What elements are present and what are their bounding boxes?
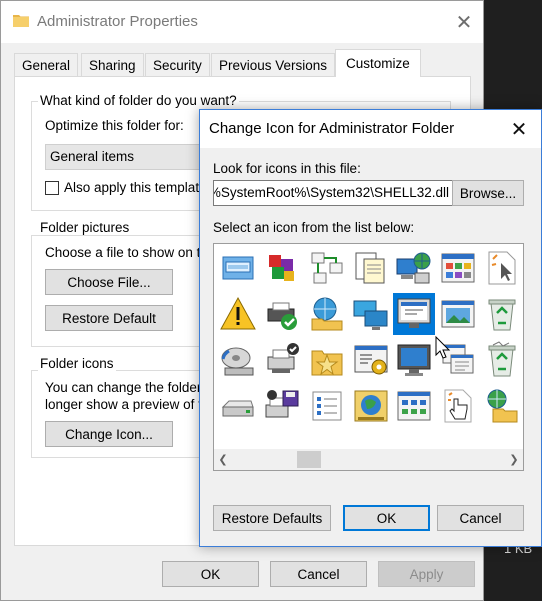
recycle-bin-icon[interactable]	[481, 293, 523, 335]
dialog-cancel-button[interactable]: Cancel	[437, 505, 524, 531]
apply-subfolders-label: Also apply this template	[64, 180, 207, 195]
dialog-titlebar: Change Icon for Administrator Folder ✕	[200, 110, 541, 148]
globe-book-icon[interactable]	[350, 385, 392, 427]
change-icon-button[interactable]: Change Icon...	[45, 421, 173, 447]
network-monitors-icon[interactable]	[350, 293, 392, 335]
image-window-icon[interactable]	[437, 293, 479, 335]
icon-list[interactable]: ❮ ❯	[213, 243, 524, 471]
recycle-bin-full-icon[interactable]	[481, 339, 523, 381]
tab-security[interactable]: Security	[145, 53, 210, 76]
choose-file-button[interactable]: Choose File...	[45, 269, 173, 295]
close-icon: ✕	[510, 118, 528, 141]
browse-button[interactable]: Browse...	[452, 180, 524, 206]
look-for-icons-label: Look for icons in this file:	[213, 161, 361, 176]
apply-subfolders-checkbox[interactable]	[45, 181, 59, 195]
checklist-icon[interactable]	[306, 385, 348, 427]
optimize-label: Optimize this folder for:	[45, 118, 184, 133]
monitor-app-icon[interactable]	[393, 293, 435, 335]
printer-network-icon[interactable]	[261, 339, 303, 381]
network-globe-folder-icon[interactable]	[306, 293, 348, 335]
dialog-close-button[interactable]: ✕	[504, 114, 534, 144]
hand-pointer-icon[interactable]	[437, 385, 479, 427]
folder-icons-description-line1: You can change the folder	[45, 380, 202, 395]
icon-file-path-value: %SystemRoot%\System32\SHELL32.dll	[213, 185, 449, 200]
disc-drive-icon[interactable]	[217, 339, 259, 381]
network-folder-icon[interactable]	[481, 385, 523, 427]
tab-customize[interactable]: Customize	[335, 49, 421, 77]
star-folder-icon[interactable]	[306, 339, 348, 381]
folder-icons-title: Folder icons	[38, 356, 116, 371]
restore-default-button[interactable]: Restore Default	[45, 305, 173, 331]
horizontal-scrollbar[interactable]: ❮ ❯	[214, 449, 523, 470]
tab-general[interactable]: General	[14, 53, 79, 76]
control-panel-icon[interactable]	[437, 247, 479, 289]
folder-kind-title: What kind of folder do you want?	[38, 93, 239, 108]
folder-pictures-title: Folder pictures	[38, 220, 132, 235]
cursor-page-icon[interactable]	[481, 247, 523, 289]
folder-pictures-description: Choose a file to show on th	[45, 245, 208, 260]
properties-apply-button[interactable]: Apply	[378, 561, 475, 587]
grid-window-icon[interactable]	[393, 385, 435, 427]
printer-check-icon[interactable]	[261, 293, 303, 335]
properties-cancel-button[interactable]: Cancel	[270, 561, 367, 587]
warning-icon[interactable]	[217, 293, 259, 335]
properties-ok-button[interactable]: OK	[162, 561, 259, 587]
mouse-pointer-icon	[435, 336, 451, 359]
scroll-right-arrow-icon[interactable]: ❯	[505, 449, 523, 470]
folder-icon	[13, 15, 29, 27]
tab-previous-versions[interactable]: Previous Versions	[211, 53, 336, 76]
network-diagram-icon[interactable]	[306, 247, 348, 289]
close-icon: ✕	[455, 11, 473, 34]
cubes-icon[interactable]	[261, 247, 303, 289]
icon-file-path-input[interactable]: %SystemRoot%\System32\SHELL32.dll	[213, 180, 454, 206]
tab-sharing[interactable]: Sharing	[81, 53, 144, 76]
drive-icon[interactable]	[217, 385, 259, 427]
scroll-thumb[interactable]	[297, 451, 321, 468]
drive-window-icon[interactable]	[217, 247, 259, 289]
dialog-ok-button[interactable]: OK	[343, 505, 430, 531]
documents-icon[interactable]	[350, 247, 392, 289]
dialog-title: Change Icon for Administrator Folder	[209, 120, 455, 137]
properties-titlebar: Administrator Properties ✕	[1, 1, 483, 43]
optimize-select[interactable]: General items	[45, 144, 215, 170]
optimize-select-value: General items	[50, 149, 135, 164]
change-icon-dialog: Change Icon for Administrator Folder ✕ L…	[199, 109, 542, 547]
restore-defaults-button[interactable]: Restore Defaults	[213, 505, 331, 531]
monitor-icon[interactable]	[393, 339, 435, 381]
select-icon-label: Select an icon from the list below:	[213, 220, 415, 235]
close-button[interactable]: ✕	[449, 7, 479, 37]
folder-icons-description-line2: longer show a preview of th	[45, 397, 210, 412]
settings-window-icon[interactable]	[350, 339, 392, 381]
scroll-left-arrow-icon[interactable]: ❮	[214, 449, 232, 470]
window-title: Administrator Properties	[37, 13, 198, 30]
network-globe-icon[interactable]	[393, 247, 435, 289]
printer-floppy-icon[interactable]	[261, 385, 303, 427]
